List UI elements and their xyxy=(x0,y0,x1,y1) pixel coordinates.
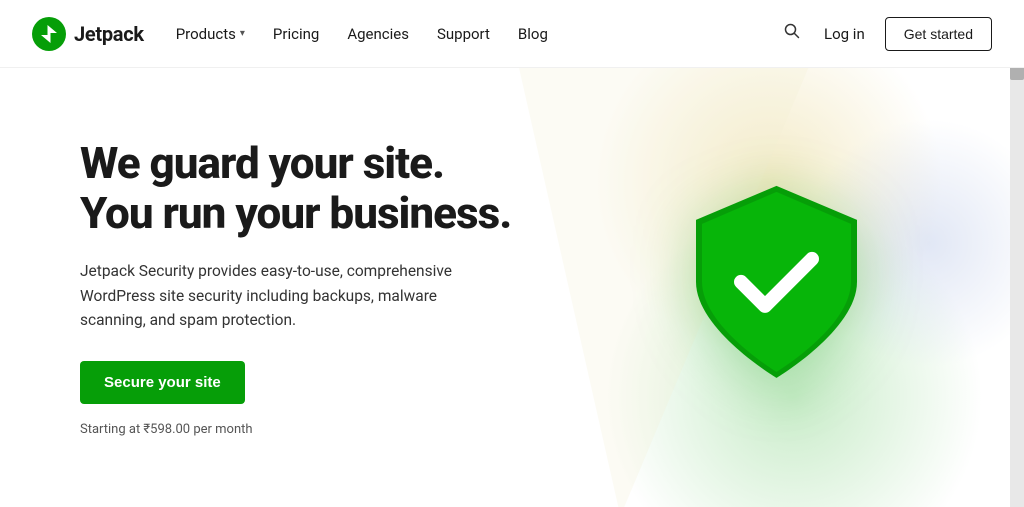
login-link[interactable]: Log in xyxy=(824,25,865,43)
chevron-down-icon: ▾ xyxy=(240,28,245,39)
navbar: Jetpack Products ▾ Pricing Agencies Supp… xyxy=(0,0,1024,68)
hero-content: We guard your site. You run your busines… xyxy=(0,138,511,438)
jetpack-logo-icon xyxy=(32,17,66,51)
hero-description: Jetpack Security provides easy-to-use, c… xyxy=(80,259,500,333)
search-icon xyxy=(784,23,800,39)
nav-products[interactable]: Products ▾ xyxy=(176,25,245,43)
get-started-button[interactable]: Get started xyxy=(885,17,992,51)
search-button[interactable] xyxy=(780,19,804,48)
secure-site-button[interactable]: Secure your site xyxy=(80,361,245,404)
nav-agencies[interactable]: Agencies xyxy=(347,25,409,43)
nav-links: Products ▾ Pricing Agencies Support Blog xyxy=(176,25,780,43)
nav-support[interactable]: Support xyxy=(437,25,490,43)
shield-icon xyxy=(689,181,864,381)
scrollbar[interactable] xyxy=(1010,0,1024,507)
logo[interactable]: Jetpack xyxy=(32,17,144,51)
price-note: Starting at ₹598.00 per month xyxy=(80,422,511,437)
nav-pricing[interactable]: Pricing xyxy=(273,25,319,43)
hero-section: We guard your site. You run your busines… xyxy=(0,68,1024,507)
brand-name: Jetpack xyxy=(74,22,144,46)
shield-graphic xyxy=(689,181,864,385)
hero-title: We guard your site. You run your busines… xyxy=(80,138,511,239)
nav-blog[interactable]: Blog xyxy=(518,25,548,43)
nav-actions: Log in Get started xyxy=(780,17,992,51)
